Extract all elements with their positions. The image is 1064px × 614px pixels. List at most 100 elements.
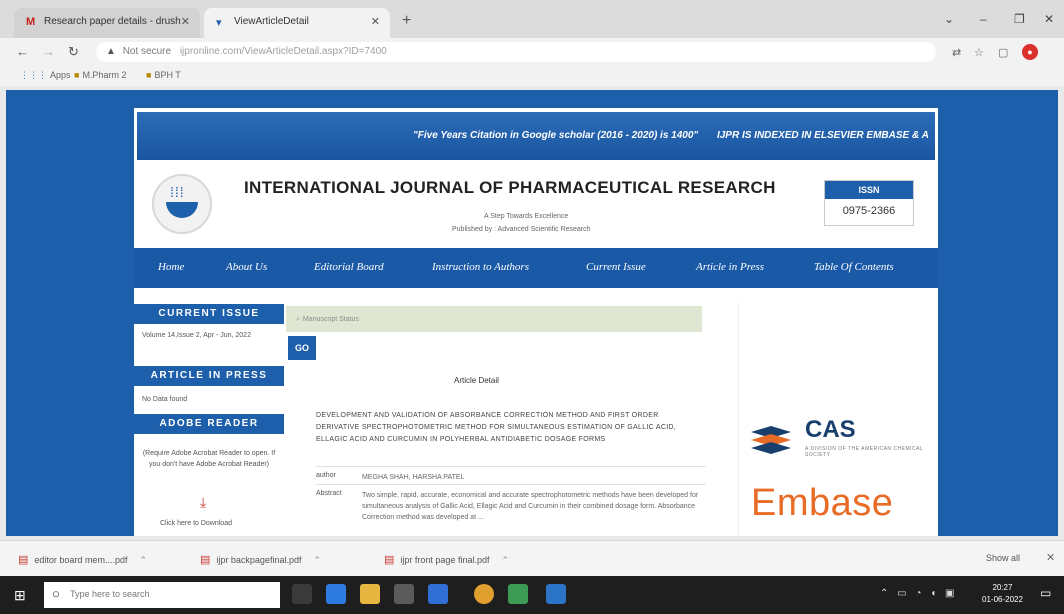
notification-icon[interactable]: ▭	[1040, 586, 1051, 600]
bookmark-star-icon[interactable]: ☆	[974, 46, 984, 59]
current-issue-heading: CURRENT ISSUE	[134, 304, 284, 324]
file-explorer-icon[interactable]	[360, 584, 380, 604]
edge-icon[interactable]	[326, 584, 346, 604]
mortar-bowl-icon	[166, 202, 198, 218]
chevron-up-icon[interactable]: ⌃	[139, 555, 147, 565]
issn-label: ISSN	[825, 181, 913, 199]
address-bar[interactable]: ▲ Not secure ijpronline.com/ViewArticleD…	[96, 42, 936, 62]
article-detail-heading: Article Detail	[454, 376, 499, 385]
indexing-partners: CAS A DIVISION OF THE AMERICAN CHEMICAL …	[738, 302, 934, 536]
bookmarks-bar: ⋮⋮⋮ Apps ■ M.Pharm 2 ■ BPH T	[0, 66, 1064, 86]
apps-grid-icon: ⋮⋮⋮	[20, 70, 47, 80]
pdf-download-icon[interactable]: ⤓	[200, 494, 206, 511]
profile-avatar[interactable]: ●	[1022, 44, 1038, 60]
nav-home[interactable]: Home	[158, 261, 184, 273]
logo-rays-icon: ⁞⁞⁞	[170, 184, 185, 200]
close-icon[interactable]: ✕	[1046, 551, 1055, 564]
nav-current-issue[interactable]: Current Issue	[586, 261, 646, 273]
current-issue-link[interactable]: Volume 14,Issue 2, Apr - Jun, 2022	[142, 330, 270, 341]
divider	[316, 466, 706, 467]
pdf-file-icon: ▤	[18, 554, 29, 566]
cas-name[interactable]: CAS	[805, 416, 856, 444]
nav-about-us[interactable]: About Us	[226, 261, 267, 273]
nav-instruction-to-authors[interactable]: Instruction to Authors	[432, 261, 529, 273]
go-button[interactable]: GO	[288, 336, 316, 360]
embase-logo[interactable]: Embase	[751, 482, 893, 525]
abstract-text: Two simple, rapid, accurate, economical …	[362, 492, 699, 521]
clock-time: 20:27	[992, 583, 1013, 592]
task-view-icon[interactable]	[292, 584, 312, 604]
page-icon: ▾	[216, 17, 222, 29]
divider	[316, 484, 706, 485]
excel-icon[interactable]	[508, 584, 528, 604]
folder-icon: ■	[146, 70, 152, 80]
windows-start-icon[interactable]: ⊞	[14, 587, 26, 604]
close-icon[interactable]: ✕	[181, 15, 190, 28]
show-all-downloads[interactable]: Show all	[986, 553, 1020, 563]
abstract-label: Abstract	[316, 490, 342, 497]
window-close-icon[interactable]: ✕	[1044, 12, 1054, 26]
back-icon[interactable]: ←	[16, 44, 29, 59]
restore-icon[interactable]: ❐	[1014, 12, 1025, 26]
browser-tab-strip: M Research paper details - drush ✕ ▾ Vie…	[0, 0, 1064, 38]
chrome-icon[interactable]	[474, 584, 494, 604]
tab-gmail[interactable]: M Research paper details - drush ✕	[14, 8, 200, 38]
gmail-icon: M	[26, 16, 36, 28]
minimize-icon[interactable]: –	[980, 12, 987, 26]
clock-date: 01-06-2022	[982, 595, 1023, 604]
author-label: author	[316, 472, 336, 479]
close-icon[interactable]: ✕	[371, 15, 380, 28]
search-icon: ○	[52, 586, 60, 601]
windows-taskbar: ⊞ ○ Type here to search ⌃ ▭ ◔ ◖ ▣ 20:27 …	[0, 576, 1064, 614]
store-icon[interactable]	[394, 584, 414, 604]
chevron-up-icon[interactable]: ⌃	[501, 555, 509, 565]
taskbar-clock[interactable]: 20:27 01-06-2022	[982, 582, 1023, 606]
url-text: ijpronline.com/ViewArticleDetail.aspx?ID…	[179, 46, 387, 57]
taskbar-search-input[interactable]: ○ Type here to search	[44, 582, 280, 608]
adobe-reader-note: (Require Adobe Acrobat Reader to open. I…	[142, 450, 276, 468]
announcement-marquee: "Five Years Citation in Google scholar (…	[137, 112, 935, 160]
new-tab-icon[interactable]: +	[402, 12, 411, 30]
publisher-line: Published by : Advanced Scientific Resea…	[452, 226, 591, 233]
journal-site: "Five Years Citation in Google scholar (…	[134, 108, 938, 536]
bookmark-apps[interactable]: ⋮⋮⋮ Apps	[20, 70, 71, 81]
download-item[interactable]: ▤ editor board mem....pdf ⌃	[18, 553, 147, 566]
nav-editorial-board[interactable]: Editorial Board	[314, 261, 384, 273]
translate-icon[interactable]: ⇄	[952, 46, 961, 59]
nav-article-in-press[interactable]: Article in Press	[696, 261, 764, 273]
journal-logo[interactable]: ⁞⁞⁞	[152, 174, 212, 234]
cas-logo-icon	[751, 426, 791, 454]
app-icon[interactable]	[546, 584, 566, 604]
chevron-up-icon[interactable]: ⌃	[313, 555, 321, 565]
journal-title: INTERNATIONAL JOURNAL OF PHARMACEUTICAL …	[244, 178, 776, 197]
pdf-file-icon: ▤	[384, 554, 395, 566]
adobe-download-link[interactable]: Click here to Download	[160, 518, 232, 529]
issn-number: 0975-2366	[842, 205, 896, 217]
extensions-icon[interactable]: ▢	[998, 46, 1008, 59]
marquee-text-citations: "Five Years Citation in Google scholar (…	[413, 130, 699, 141]
forward-icon[interactable]: →	[42, 44, 55, 59]
pdf-file-icon: ▤	[200, 554, 211, 566]
bookmark-bph[interactable]: ■ BPH T	[146, 70, 181, 80]
marquee-text-indexing: IJPR IS INDEXED IN ELSEVIER EMBASE & A	[716, 130, 929, 141]
tab-view-article-detail[interactable]: ▾ ViewArticleDetail ✕	[204, 8, 390, 38]
manuscript-status-input[interactable]: ⌕ Manuscript Status	[286, 306, 702, 332]
journal-tagline: A Step Towards Excellence	[484, 213, 569, 220]
system-tray-icons[interactable]: ⌃ ▭ ◔ ◖ ▣	[880, 588, 957, 599]
download-item[interactable]: ▤ ijpr backpagefinal.pdf ⌃	[200, 553, 321, 566]
tab-title: ViewArticleDetail	[234, 16, 309, 27]
downloads-bar: ▤ editor board mem....pdf ⌃ ▤ ijpr backpage…	[0, 540, 1064, 576]
warning-icon: ▲	[106, 46, 116, 57]
reload-icon[interactable]: ↻	[68, 44, 79, 60]
folder-icon: ■	[74, 70, 80, 80]
issn-box: ISSN 0975-2366	[824, 180, 914, 226]
article-in-press-heading: ARTICLE IN PRESS	[134, 366, 284, 386]
nav-table-of-contents[interactable]: Table Of Contents	[814, 261, 894, 273]
article-title: DEVELOPMENT AND VALIDATION OF ABSORBANCE…	[316, 412, 677, 443]
bookmark-mpharm[interactable]: ■ M.Pharm 2	[74, 70, 126, 80]
app-icon[interactable]	[428, 584, 448, 604]
author-names: MEGHA SHAH, HARSHA PATEL	[362, 474, 465, 481]
tab-search-icon[interactable]: ⌄	[944, 12, 954, 26]
security-label: Not secure	[122, 46, 172, 57]
download-item[interactable]: ▤ ijpr front page final.pdf ⌃	[384, 553, 509, 566]
